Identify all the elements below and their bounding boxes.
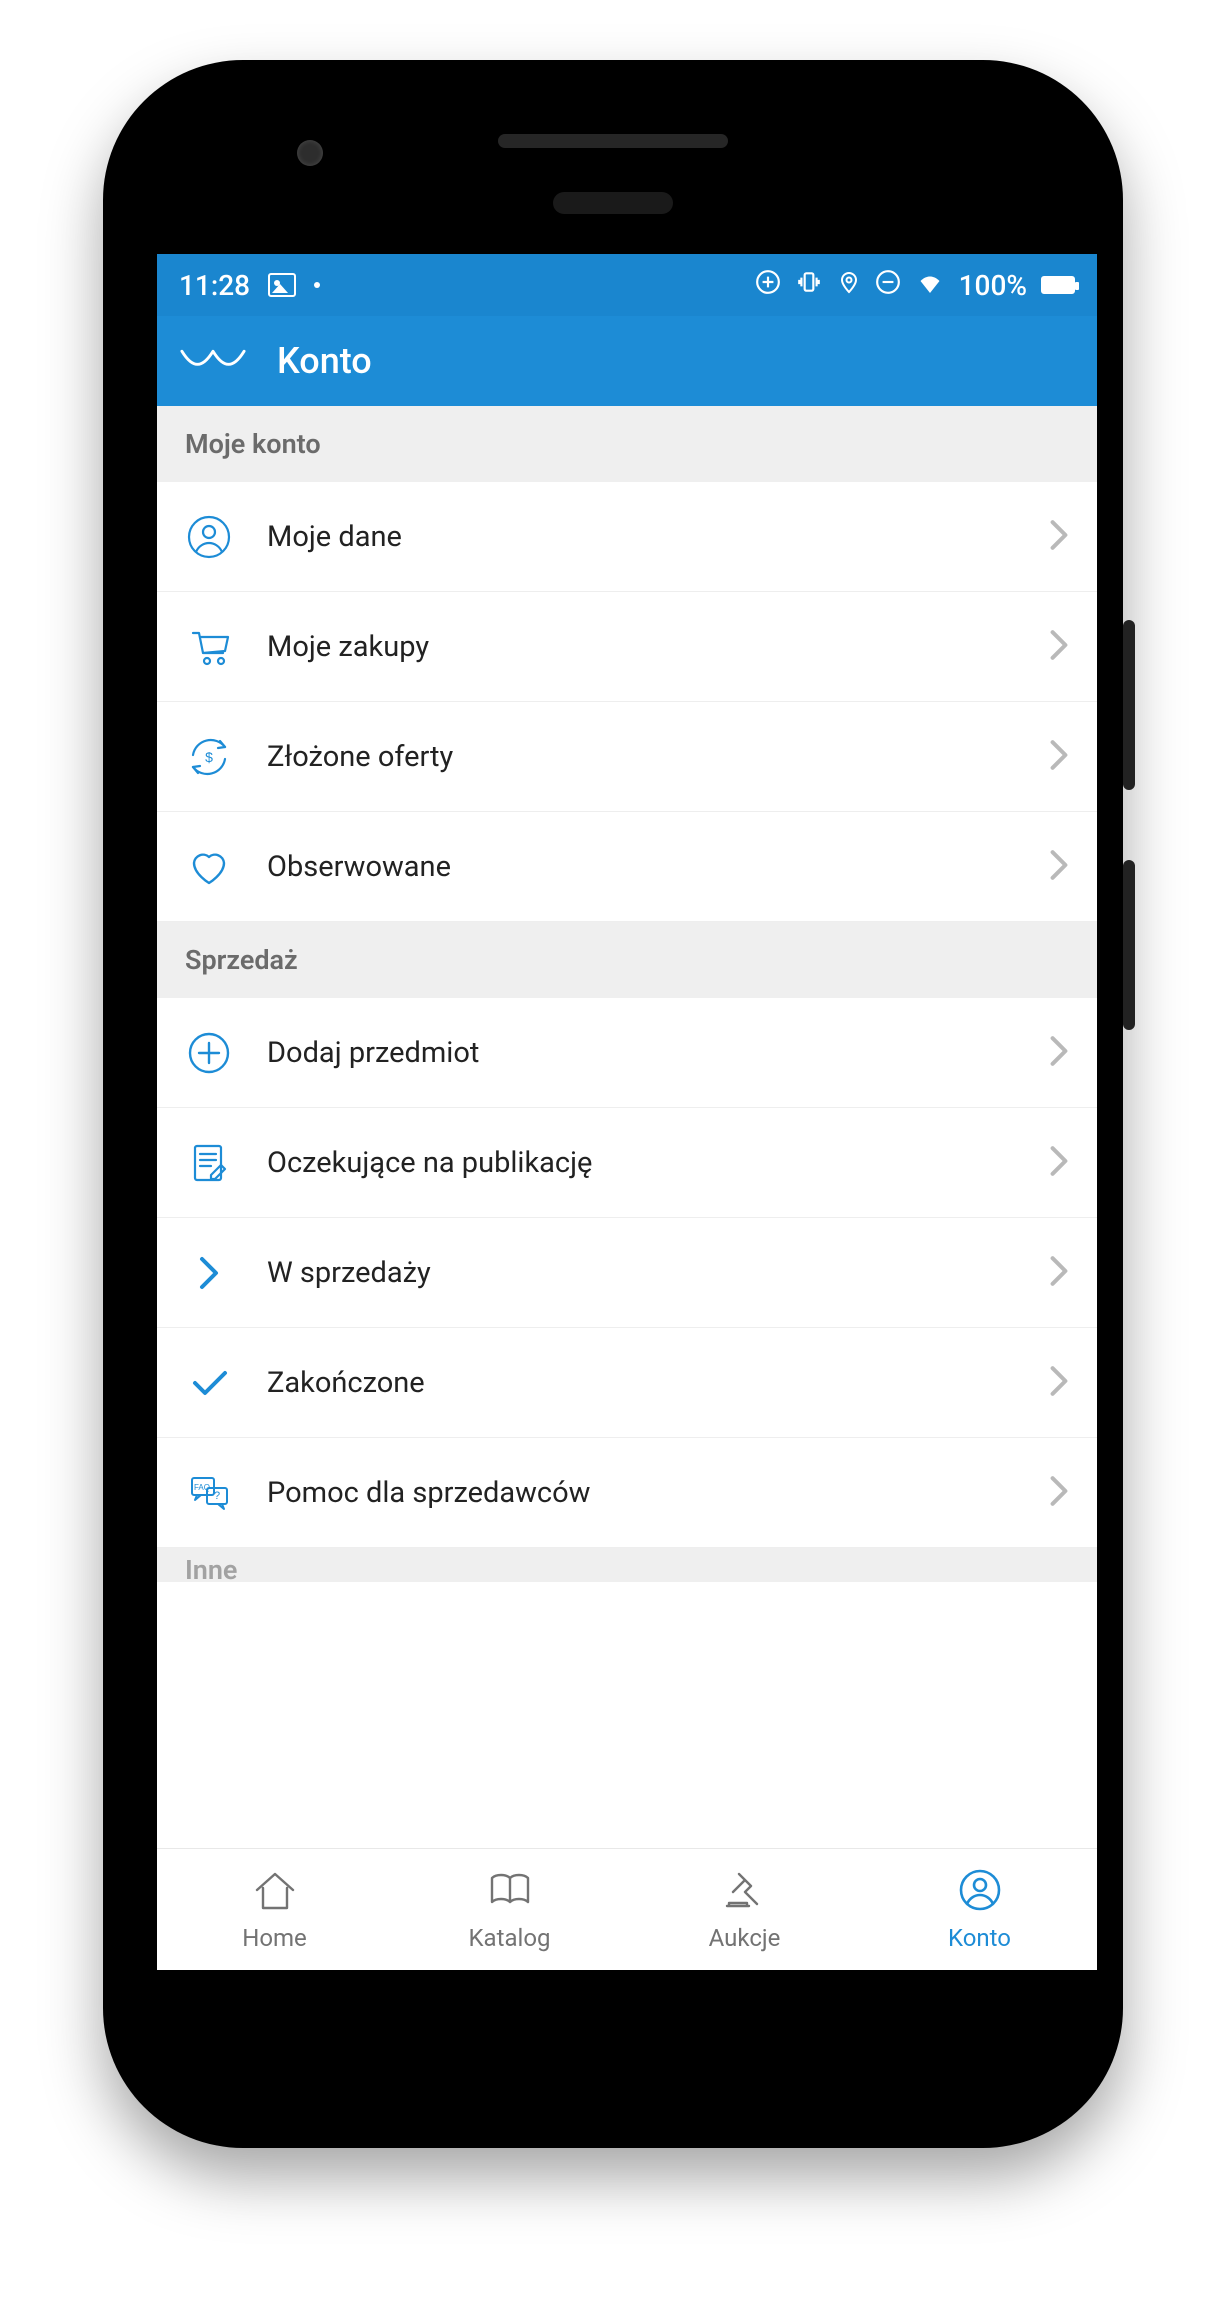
app-header: Konto xyxy=(157,316,1097,406)
chevron-right-icon xyxy=(1049,1365,1069,1401)
list-item-add-item[interactable]: Dodaj przedmiot xyxy=(157,998,1097,1108)
chevron-right-icon xyxy=(1049,1035,1069,1071)
list-item-my-purchases[interactable]: Moje zakupy xyxy=(157,592,1097,702)
list-item-offers[interactable]: $ Złożone oferty xyxy=(157,702,1097,812)
nav-label: Home xyxy=(242,1924,307,1952)
phone-frame: 11:28 xyxy=(103,60,1123,2148)
list-item-label: W sprzedaży xyxy=(267,1256,1015,1290)
money-refresh-icon: $ xyxy=(185,735,233,779)
plus-circle-icon xyxy=(185,1031,233,1075)
phone-camera xyxy=(297,140,323,166)
phone-speaker xyxy=(498,134,728,148)
list-item-finished[interactable]: Zakończone xyxy=(157,1328,1097,1438)
phone-side-button xyxy=(1123,620,1135,790)
list-item-label: Dodaj przedmiot xyxy=(267,1036,1015,1070)
section-header-selling: Sprzedaż xyxy=(157,922,1097,998)
svg-text:FAQ: FAQ xyxy=(194,1483,210,1492)
nav-home[interactable]: Home xyxy=(157,1849,392,1970)
list-item-label: Oczekujące na publikację xyxy=(267,1146,1015,1180)
bottom-nav: Home Katalog Aukcje xyxy=(157,1848,1097,1970)
list-item-label: Złożone oferty xyxy=(267,740,1015,774)
chevron-right-icon xyxy=(1049,739,1069,775)
location-icon xyxy=(837,269,861,302)
svg-text:$: $ xyxy=(205,749,213,765)
nav-label: Katalog xyxy=(468,1924,550,1952)
section-header-account: Moje konto xyxy=(157,406,1097,482)
list-item-watched[interactable]: Obserwowane xyxy=(157,812,1097,922)
chevron-right-icon xyxy=(1049,1255,1069,1291)
list-item-pending[interactable]: Oczekujące na publikację xyxy=(157,1108,1097,1218)
vibrate-icon xyxy=(795,269,823,302)
app-title: Konto xyxy=(277,340,372,382)
phone-notch xyxy=(553,192,673,214)
nav-catalog[interactable]: Katalog xyxy=(392,1849,627,1970)
app-logo-icon xyxy=(179,341,247,381)
nav-label: Konto xyxy=(948,1924,1011,1952)
faq-bubble-icon: FAQ ? xyxy=(185,1471,233,1515)
nav-label: Aukcje xyxy=(709,1924,781,1952)
content-scroll[interactable]: Moje konto Moje dane Moje zakupy xyxy=(157,406,1097,1848)
chevron-right-icon xyxy=(1049,1145,1069,1181)
status-bar: 11:28 xyxy=(157,254,1097,316)
list-item-label: Zakończone xyxy=(267,1366,1015,1400)
chevron-right-icon xyxy=(1049,1475,1069,1511)
status-dot-icon xyxy=(314,282,320,288)
list-item-label: Moje dane xyxy=(267,520,1015,554)
user-circle-icon xyxy=(956,1868,1004,1918)
check-icon xyxy=(185,1361,233,1405)
document-edit-icon xyxy=(185,1141,233,1185)
chevron-right-icon xyxy=(1049,519,1069,555)
list-item-label: Moje zakupy xyxy=(267,630,1015,664)
dnd-icon xyxy=(875,269,901,302)
svg-text:?: ? xyxy=(214,1490,220,1502)
wifi-icon xyxy=(915,273,945,297)
screen: 11:28 xyxy=(157,254,1097,1970)
heart-icon xyxy=(185,845,233,889)
section-header-other: Inne xyxy=(157,1548,1097,1582)
battery-percent: 100% xyxy=(959,269,1027,302)
picture-icon xyxy=(268,273,296,297)
chevron-right-icon xyxy=(1049,629,1069,665)
nav-account[interactable]: Konto xyxy=(862,1849,1097,1970)
book-icon xyxy=(486,1868,534,1918)
chevron-right-icon xyxy=(1049,849,1069,885)
status-time: 11:28 xyxy=(179,269,250,302)
list-item-label: Pomoc dla sprzedawców xyxy=(267,1476,1015,1510)
list-item-label: Obserwowane xyxy=(267,850,1015,884)
data-saver-icon xyxy=(755,269,781,302)
phone-side-button xyxy=(1123,860,1135,1030)
home-icon xyxy=(251,1868,299,1918)
list-item-on-sale[interactable]: W sprzedaży xyxy=(157,1218,1097,1328)
phone-inner: 11:28 xyxy=(117,74,1109,2134)
gavel-icon xyxy=(721,1868,769,1918)
cart-icon xyxy=(185,625,233,669)
battery-icon xyxy=(1041,276,1075,294)
list-item-seller-help[interactable]: FAQ ? Pomoc dla sprzedawców xyxy=(157,1438,1097,1548)
user-circle-icon xyxy=(185,515,233,559)
nav-auctions[interactable]: Aukcje xyxy=(627,1849,862,1970)
chevron-right-blue-icon xyxy=(185,1251,233,1295)
list-item-my-data[interactable]: Moje dane xyxy=(157,482,1097,592)
